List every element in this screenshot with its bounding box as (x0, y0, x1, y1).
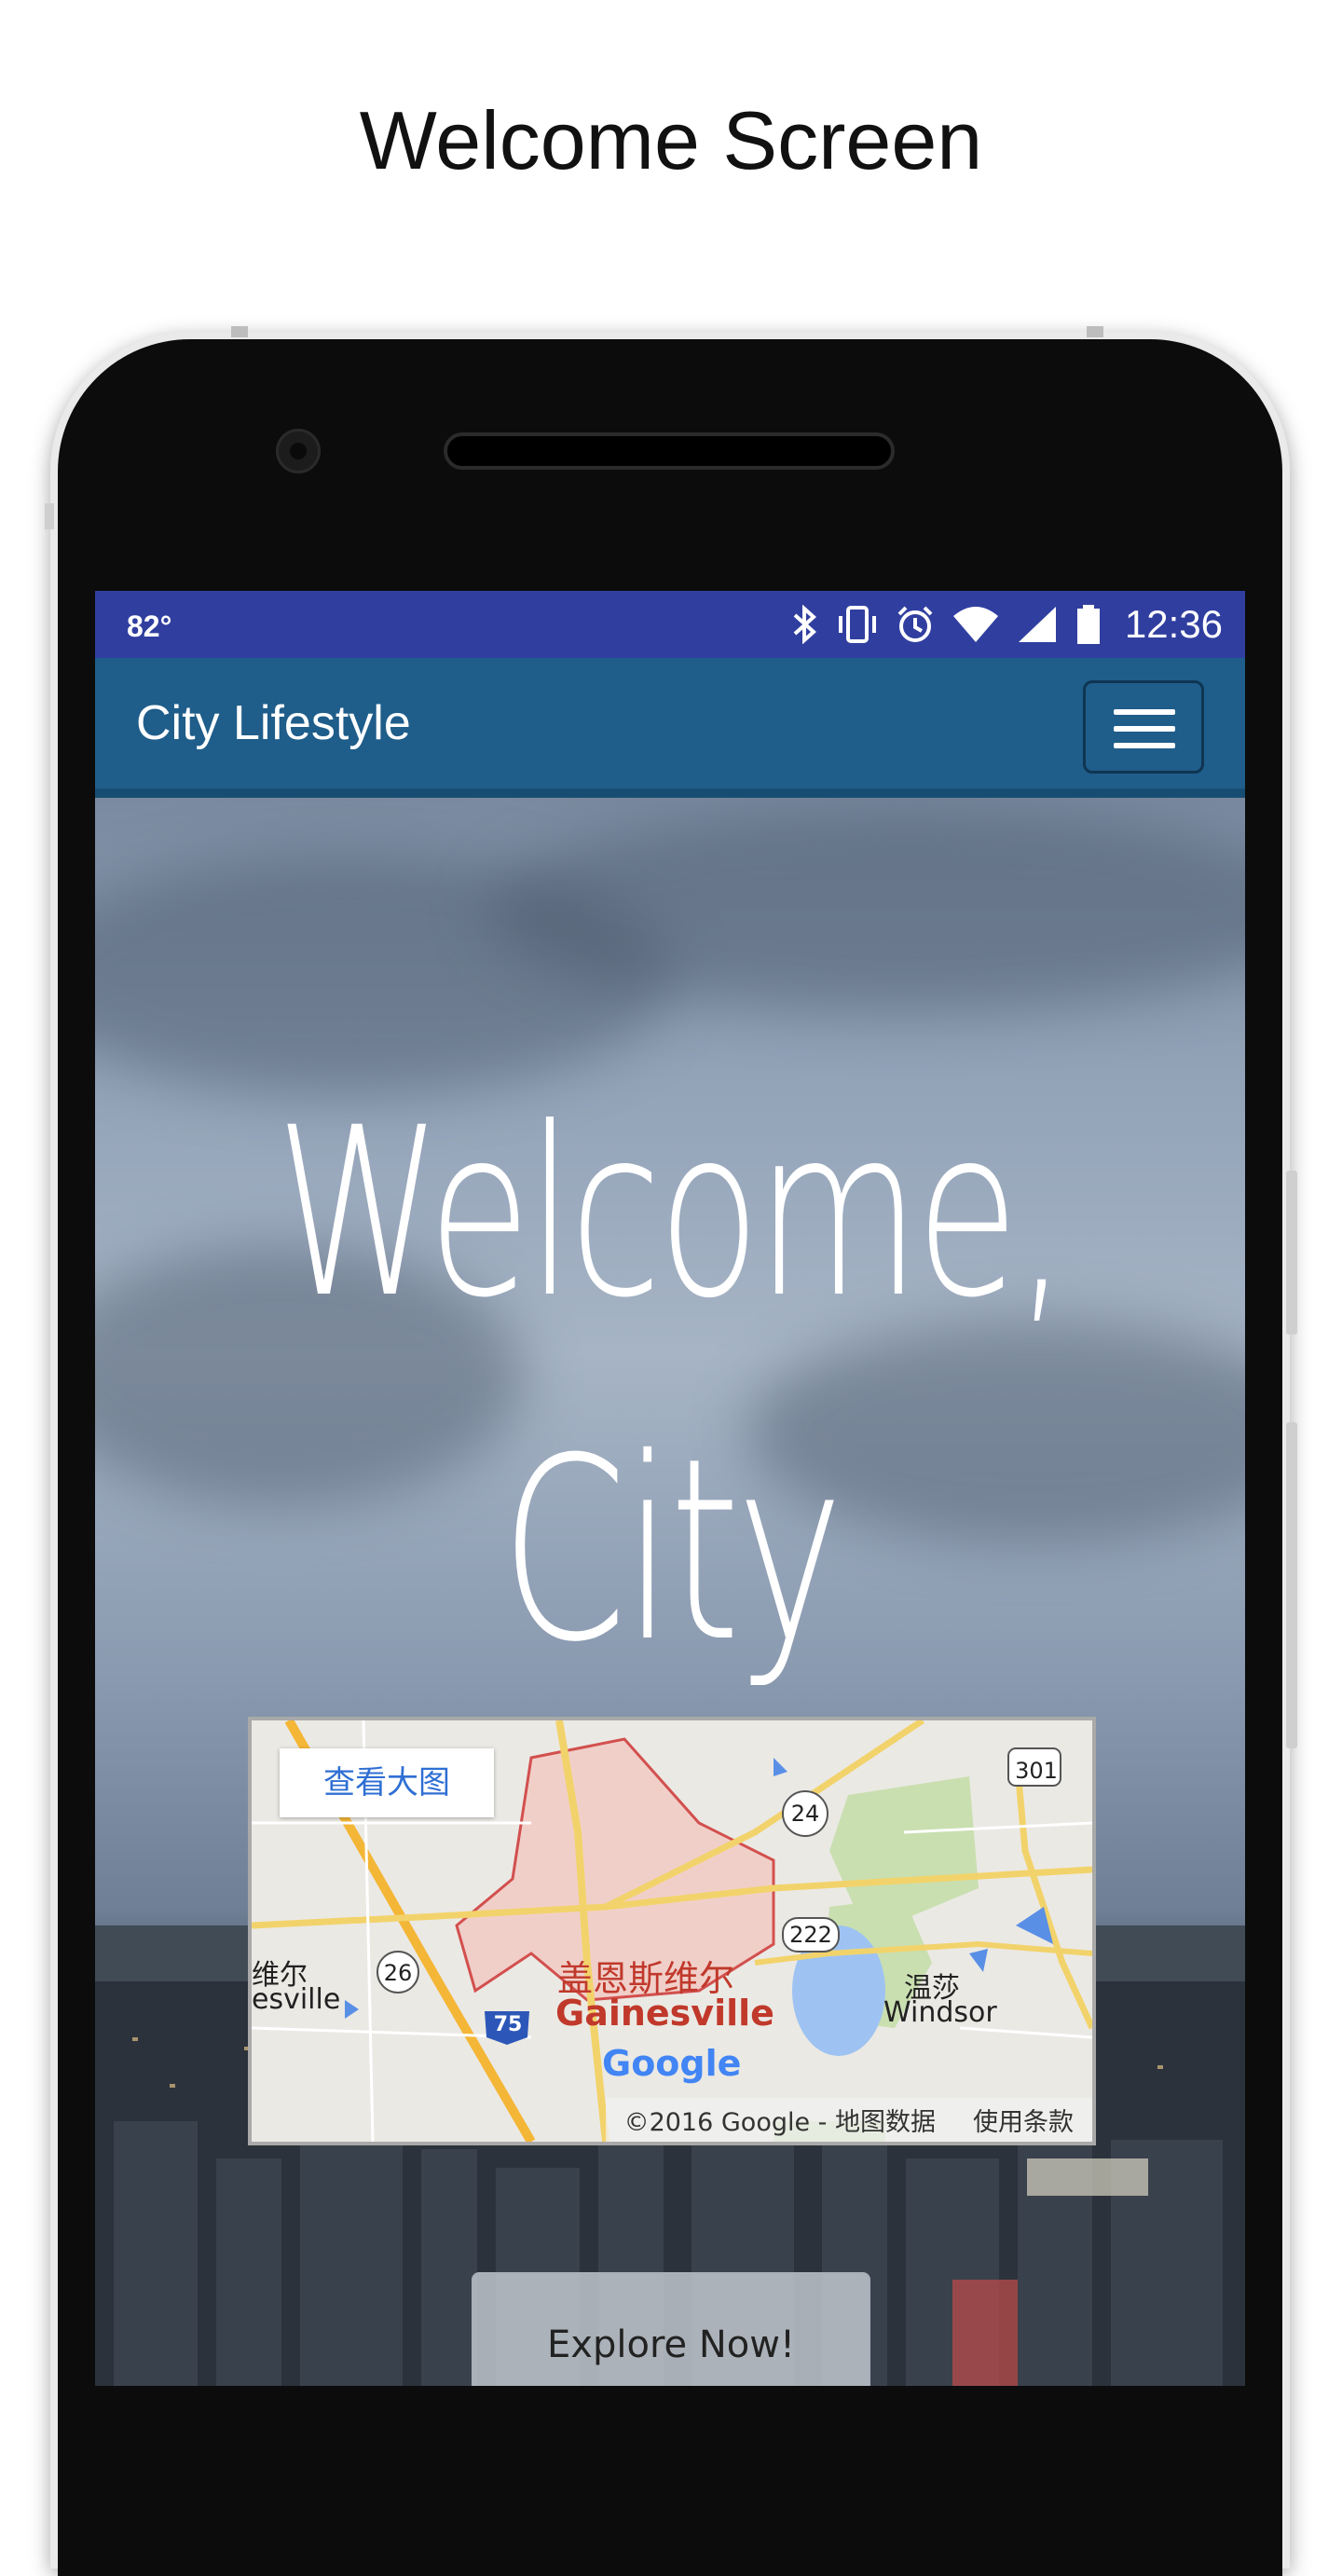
hero-welcome-line-1: Welcome, (275, 1077, 1068, 1349)
route-24-label: 24 (790, 1801, 820, 1827)
map-copyright-text: ©2016 Google - 地图数据 (623, 2108, 936, 2137)
phone-side-left (45, 503, 54, 529)
wifi-icon (952, 605, 1000, 644)
page-title: Welcome Screen (359, 94, 983, 186)
embedded-map[interactable]: 查看大图 301 24 222 26 75 维尔 esville 盖恩斯维尔 G… (248, 1717, 1096, 2145)
explore-now-button[interactable]: Explore Now! (472, 2272, 870, 2386)
map-label-west-en: esville (252, 1983, 341, 2016)
map-terms-link[interactable]: 使用条款 (973, 2102, 1074, 2138)
battery-icon (1075, 604, 1102, 645)
earpiece-speaker (444, 432, 895, 470)
route-26-label: 26 (383, 1960, 413, 1986)
status-clock: 12:36 (1124, 602, 1223, 646)
phone-top-notch-right (1087, 326, 1103, 337)
app-bar: City Lifestyle (95, 658, 1245, 798)
hamburger-menu-icon (1114, 709, 1175, 715)
hamburger-menu-icon-bar (1114, 743, 1175, 748)
google-logo: Google (602, 2043, 742, 2084)
front-camera (276, 429, 321, 473)
alarm-icon (896, 605, 935, 644)
phone-top-notch-left (231, 326, 248, 337)
vibrate-icon (836, 605, 879, 644)
app-title[interactable]: City Lifestyle (136, 695, 411, 751)
status-bar: 82° 12:36 (95, 591, 1245, 658)
route-301-label: 301 (1015, 1758, 1058, 1784)
signal-icon (1017, 605, 1058, 644)
hero-background: Welcome, City Lifestyle (95, 798, 1245, 2386)
route-75-label: 75 (493, 2013, 523, 2036)
hamburger-menu-button[interactable] (1083, 680, 1204, 774)
hamburger-menu-icon-bar (1114, 726, 1175, 732)
weather-temperature: 82° (127, 610, 172, 643)
map-label-city-en: Gainesville (555, 1993, 774, 2034)
map-attribution: ©2016 Google - 地图数据 使用条款 (605, 2098, 1092, 2142)
device-screen: 82° 12:36 City Lifestyle Welcome, City 查… (95, 591, 1245, 2386)
route-222-label: 222 (789, 1922, 832, 1948)
map-label-windsor-en: Windsor (883, 1996, 997, 2029)
view-larger-map-link[interactable]: 查看大图 (280, 1748, 494, 1817)
phone-volume-button (1286, 1171, 1297, 1335)
phone-power-button (1286, 1422, 1297, 1748)
bluetooth-icon (791, 605, 819, 644)
status-icons: 12:36 (791, 598, 1223, 651)
